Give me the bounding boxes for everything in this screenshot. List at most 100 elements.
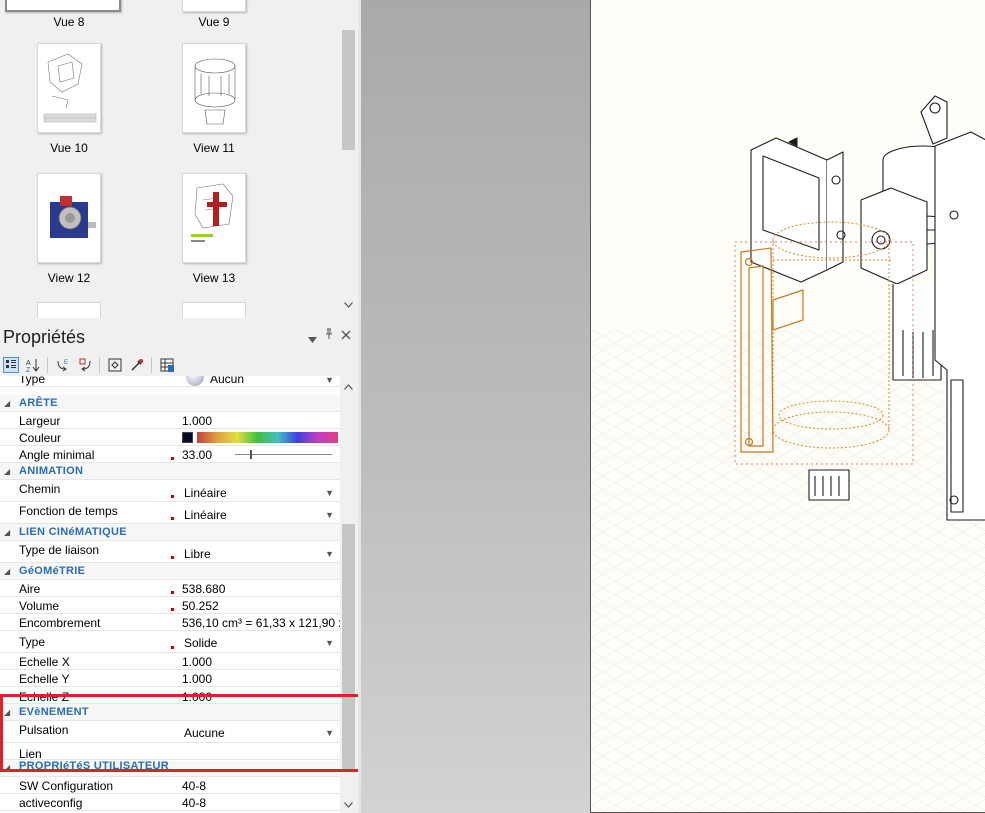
property-row-type-geometrie[interactable]: Type Solide ▼ [0,631,340,653]
property-value[interactable]: Linéaire [184,486,227,500]
property-row-lien[interactable]: Lien [0,743,340,761]
thumbnail-view-11[interactable]: View 11 [164,43,264,155]
category-label: PROPRIéTéS UTILISATEUR [19,761,170,772]
collapse-icon[interactable]: ◢ [4,763,10,772]
thumbnail-vue-9[interactable]: Vue 9 [164,0,264,29]
scroll-down-icon[interactable] [340,800,357,811]
property-value[interactable]: 1.000 [182,655,212,669]
slider-thumb[interactable] [250,450,252,459]
property-name: Angle minimal [19,448,95,462]
dropdown-icon[interactable]: ▼ [325,728,334,738]
thumbnail-partial[interactable] [37,302,101,318]
property-name: activeconfig [19,796,83,810]
dropdown-icon[interactable]: ▼ [325,549,334,559]
collapse-icon[interactable]: ◢ [4,528,10,537]
property-row-fonction[interactable]: Fonction de temps Linéaire ▼ [0,502,340,524]
thumbnail-image [182,0,246,12]
property-name: Largeur [19,414,61,428]
sort-az-icon[interactable]: AZ [25,357,41,374]
property-table-icon[interactable] [159,357,175,373]
property-row-chemin[interactable]: Chemin Linéaire ▼ [0,480,340,502]
dropdown-icon[interactable]: ▼ [325,510,334,520]
property-value[interactable]: Aucune [184,726,225,740]
category-animation[interactable]: ◢ ANIMATION [0,463,340,480]
scroll-down-icon[interactable] [340,300,357,311]
modified-marker [171,556,174,559]
property-row-volume[interactable]: Volume 50.252 [0,597,340,614]
view-thumbnails: Vue 8 Vue 9 Vue 10 View 11 View 12 View … [0,0,358,318]
category-lien-cinematique[interactable]: ◢ LIEN CINéMATIQUE [0,524,340,541]
property-row-type[interactable]: Type Aucun ▼ [0,376,340,387]
property-row-echelle-z[interactable]: Echelle Z 1.000 [0,687,340,704]
property-value[interactable]: 33.00 [182,448,212,462]
property-value[interactable]: 1.000 [182,672,212,686]
property-row-aire[interactable]: Aire 538.680 [0,580,340,597]
category-arete[interactable]: ◢ ARÊTE [0,395,340,412]
thumbnail-label: Vue 8 [53,15,85,29]
collapse-icon[interactable]: ◢ [4,567,10,576]
document-view[interactable] [590,0,985,813]
color-palette[interactable] [197,432,338,443]
category-label: ARÊTE [19,397,58,409]
property-row-angle[interactable]: Angle minimal 33.00 [0,446,340,463]
thumbnail-image [182,173,246,263]
scrollbar-thumb[interactable] [342,524,355,772]
categorized-view-icon[interactable] [3,357,19,373]
thumbnail-label: Vue 9 [198,15,230,29]
property-value[interactable]: Solide [184,636,217,650]
thumbnail-label: View 13 [192,271,236,285]
collapse-icon[interactable]: ◢ [4,399,10,408]
thumbnail-vue-10[interactable]: Vue 10 [19,43,119,155]
properties-page-icon[interactable] [107,357,123,373]
collapse-icon[interactable]: ◢ [4,467,10,476]
thumbnails-scrollbar[interactable] [340,0,357,318]
thumbnail-label: Vue 10 [50,141,88,155]
property-row-couleur[interactable]: Couleur [0,429,340,446]
dropdown-icon[interactable]: ▼ [325,488,334,498]
property-row-liaison[interactable]: Type de liaison Libre ▼ [0,541,340,563]
close-icon[interactable] [341,329,351,343]
workspace-background [358,0,590,813]
thumbnail-label: View 11 [193,141,235,155]
property-value[interactable]: Libre [184,547,211,561]
dropdown-icon[interactable]: ▼ [325,638,334,648]
category-geometrie[interactable]: ◢ GéOMéTRIE [0,563,340,580]
property-grid: Type Aucun ▼ ◢ ARÊTE Largeur 1.000 Coule… [0,376,340,813]
thumbnail-partial[interactable] [182,302,246,318]
property-row-echelle-y[interactable]: Echelle Y 1.000 [0,670,340,687]
category-proprietes-utilisateur[interactable]: ◢ PROPRIéTéS UTILISATEUR [0,761,340,777]
collapse-all-icon[interactable] [77,357,93,373]
property-name: Pulsation [19,723,69,737]
category-label: GéOMéTRIE [19,565,86,577]
property-value[interactable]: Linéaire [184,508,227,522]
property-name: Type [19,635,46,649]
category-label: LIEN CINéMATIQUE [19,526,127,538]
thumbnail-image [5,0,121,12]
property-row-encombrement[interactable]: Encombrement 536,10 cm³ = 61,33 x 121,90… [0,614,340,631]
category-evenement[interactable]: ◢ EVèNEMENT [0,704,340,721]
property-row-activeconfig[interactable]: activeconfig 40-8 [0,794,340,811]
thumbnail-view-13[interactable]: View 13 [164,173,264,285]
collapse-icon[interactable]: ◢ [4,708,10,717]
scroll-up-icon[interactable] [340,382,357,393]
property-row-echelle-x[interactable]: Echelle X 1.000 [0,653,340,670]
thumbnail-vue-8[interactable]: Vue 8 [5,0,121,29]
modified-marker [171,608,174,611]
scrollbar-thumb[interactable] [342,30,355,150]
pin-icon[interactable] [324,328,334,343]
cad-model-drawing[interactable] [591,0,985,813]
color-swatch[interactable] [182,432,193,443]
property-grid-scrollbar[interactable] [340,376,358,813]
property-row-sw-configuration[interactable]: SW Configuration 40-8 [0,777,340,794]
property-row-pulsation[interactable]: Pulsation Aucune ▼ [0,721,340,743]
property-row-largeur[interactable]: Largeur 1.000 [0,412,340,429]
property-value[interactable]: 1.000 [182,414,212,428]
panel-menu-icon[interactable] [308,332,317,346]
expand-all-icon[interactable]: E [55,357,71,373]
thumbnail-view-12[interactable]: View 12 [19,173,119,285]
eyedropper-icon[interactable] [129,357,145,373]
property-name: Echelle X [19,655,70,669]
dropdown-icon[interactable]: ▼ [325,376,334,385]
property-name: Echelle Z [19,690,70,704]
property-value[interactable]: 1.000 [182,690,212,704]
